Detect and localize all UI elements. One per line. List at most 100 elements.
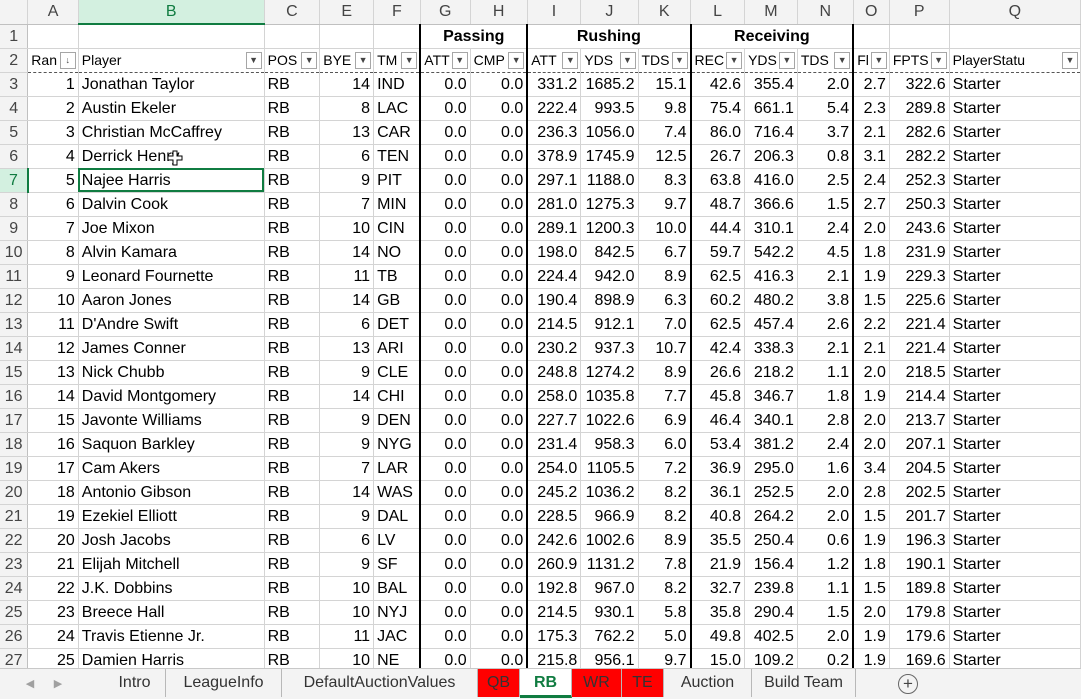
cell[interactable]: 2.0 bbox=[852, 360, 890, 385]
cell[interactable]: 3.1 bbox=[852, 144, 890, 169]
cell[interactable]: Starter bbox=[949, 576, 1081, 601]
cell[interactable]: 762.2 bbox=[580, 624, 639, 649]
cell[interactable]: 229.3 bbox=[889, 264, 950, 289]
cell[interactable]: 45.8 bbox=[689, 384, 746, 409]
cell[interactable]: 0.0 bbox=[419, 576, 471, 601]
cell[interactable]: 290.4 bbox=[744, 600, 798, 625]
column-header[interactable]: P bbox=[889, 0, 950, 25]
cell[interactable]: 9.8 bbox=[638, 96, 691, 121]
filter-dropdown-icon[interactable]: ▼ bbox=[245, 51, 262, 69]
cell[interactable]: 1022.6 bbox=[580, 408, 639, 433]
row-header[interactable]: 14 bbox=[0, 336, 29, 361]
cell[interactable]: 0.0 bbox=[470, 648, 528, 668]
row-header[interactable]: 27 bbox=[0, 648, 29, 668]
row-header[interactable]: 16 bbox=[0, 384, 29, 409]
cell[interactable]: 8.2 bbox=[638, 480, 691, 505]
cell[interactable]: 2.7 bbox=[852, 192, 890, 217]
cell[interactable]: 2.0 bbox=[797, 72, 854, 97]
cell[interactable]: 215.8 bbox=[526, 648, 582, 668]
row-header[interactable]: 5 bbox=[0, 120, 29, 145]
row-header[interactable]: 7 bbox=[0, 168, 29, 193]
cell[interactable]: 62.5 bbox=[689, 264, 746, 289]
cell[interactable]: RB bbox=[264, 264, 321, 289]
cell[interactable]: RB bbox=[264, 624, 321, 649]
row-header[interactable]: 17 bbox=[0, 408, 29, 433]
cell[interactable]: 2.4 bbox=[797, 432, 854, 457]
cell[interactable]: RB bbox=[264, 504, 321, 529]
cell[interactable]: 3.4 bbox=[852, 456, 890, 481]
cell[interactable]: 1 bbox=[27, 72, 79, 97]
cell[interactable]: 1.5 bbox=[852, 504, 890, 529]
cell[interactable]: RB bbox=[264, 360, 321, 385]
cell[interactable]: 109.2 bbox=[744, 648, 798, 668]
cell[interactable]: 231.4 bbox=[526, 432, 582, 457]
cell[interactable]: 10.7 bbox=[638, 336, 691, 361]
cell[interactable]: 252.3 bbox=[889, 168, 950, 193]
cell[interactable]: 282.6 bbox=[889, 120, 950, 145]
cell[interactable]: Starter bbox=[949, 168, 1081, 193]
cell[interactable]: 0.0 bbox=[419, 528, 471, 553]
cell[interactable]: 236.3 bbox=[526, 120, 582, 145]
cell[interactable]: 716.4 bbox=[744, 120, 798, 145]
cell[interactable]: 378.9 bbox=[526, 144, 582, 169]
cell[interactable]: 2.4 bbox=[797, 216, 854, 241]
cell[interactable]: 289.1 bbox=[526, 216, 582, 241]
cell[interactable]: 2.6 bbox=[797, 312, 854, 337]
cell[interactable]: 2.0 bbox=[852, 600, 890, 625]
cell[interactable]: Starter bbox=[949, 504, 1081, 529]
cell[interactable] bbox=[27, 24, 79, 49]
cell[interactable]: Starter bbox=[949, 600, 1081, 625]
cell[interactable]: 15.0 bbox=[689, 648, 746, 668]
row-header[interactable]: 21 bbox=[0, 504, 29, 529]
cell[interactable]: 0.0 bbox=[470, 288, 528, 313]
cell[interactable]: 0.0 bbox=[470, 264, 528, 289]
cell[interactable]: 0.0 bbox=[470, 192, 528, 217]
cell[interactable]: BAL bbox=[373, 576, 421, 601]
cell[interactable]: 26.6 bbox=[689, 360, 746, 385]
cell[interactable]: 6 bbox=[319, 312, 375, 337]
cell[interactable]: Starter bbox=[949, 144, 1081, 169]
cell[interactable]: 218.2 bbox=[744, 360, 798, 385]
cell[interactable]: 898.9 bbox=[580, 288, 639, 313]
cell[interactable]: 53.4 bbox=[689, 432, 746, 457]
cell[interactable]: 21.9 bbox=[689, 552, 746, 577]
row-header[interactable]: 6 bbox=[0, 144, 29, 169]
cell[interactable]: 1.9 bbox=[852, 648, 890, 668]
cell[interactable]: 169.6 bbox=[889, 648, 950, 668]
cell[interactable]: 295.0 bbox=[744, 456, 798, 481]
cell[interactable]: ARI bbox=[373, 336, 421, 361]
cell[interactable]: 11 bbox=[319, 264, 375, 289]
cell[interactable]: 16 bbox=[27, 432, 79, 457]
cell[interactable]: 0.0 bbox=[419, 552, 471, 577]
column-filter-header[interactable]: Player ▼ bbox=[78, 47, 265, 73]
filter-dropdown-icon[interactable]: ▼ bbox=[562, 51, 579, 69]
cell[interactable]: 156.4 bbox=[744, 552, 798, 577]
cell[interactable]: 6 bbox=[27, 192, 79, 217]
cell[interactable]: 2 bbox=[27, 96, 79, 121]
player-cell[interactable]: J.K. Dobbins bbox=[78, 576, 265, 601]
player-cell[interactable]: Antonio Gibson bbox=[78, 480, 265, 505]
cell[interactable]: 7.8 bbox=[638, 552, 691, 577]
cell[interactable]: 248.8 bbox=[526, 360, 582, 385]
cell[interactable]: 9 bbox=[319, 504, 375, 529]
cell[interactable]: 48.7 bbox=[689, 192, 746, 217]
cell[interactable]: Starter bbox=[949, 624, 1081, 649]
row-header[interactable]: 8 bbox=[0, 192, 29, 217]
filter-dropdown-icon[interactable]: ▼ bbox=[355, 51, 372, 69]
cell[interactable]: 13 bbox=[27, 360, 79, 385]
cell[interactable]: 282.2 bbox=[889, 144, 950, 169]
row-header[interactable]: 15 bbox=[0, 360, 29, 385]
cell[interactable]: 956.1 bbox=[580, 648, 639, 668]
cell[interactable]: NE bbox=[373, 648, 421, 668]
cell[interactable]: 0.0 bbox=[470, 240, 528, 265]
cell[interactable]: NO bbox=[373, 240, 421, 265]
cell[interactable]: 480.2 bbox=[744, 288, 798, 313]
cell[interactable]: 198.0 bbox=[526, 240, 582, 265]
cell[interactable]: NYG bbox=[373, 432, 421, 457]
cell[interactable]: 24 bbox=[27, 624, 79, 649]
cell[interactable]: 967.0 bbox=[580, 576, 639, 601]
sheet-tab-qb[interactable]: QB bbox=[478, 669, 520, 697]
cell[interactable]: 2.0 bbox=[852, 408, 890, 433]
cell[interactable]: 0.0 bbox=[470, 624, 528, 649]
cell[interactable]: 40.8 bbox=[689, 504, 746, 529]
